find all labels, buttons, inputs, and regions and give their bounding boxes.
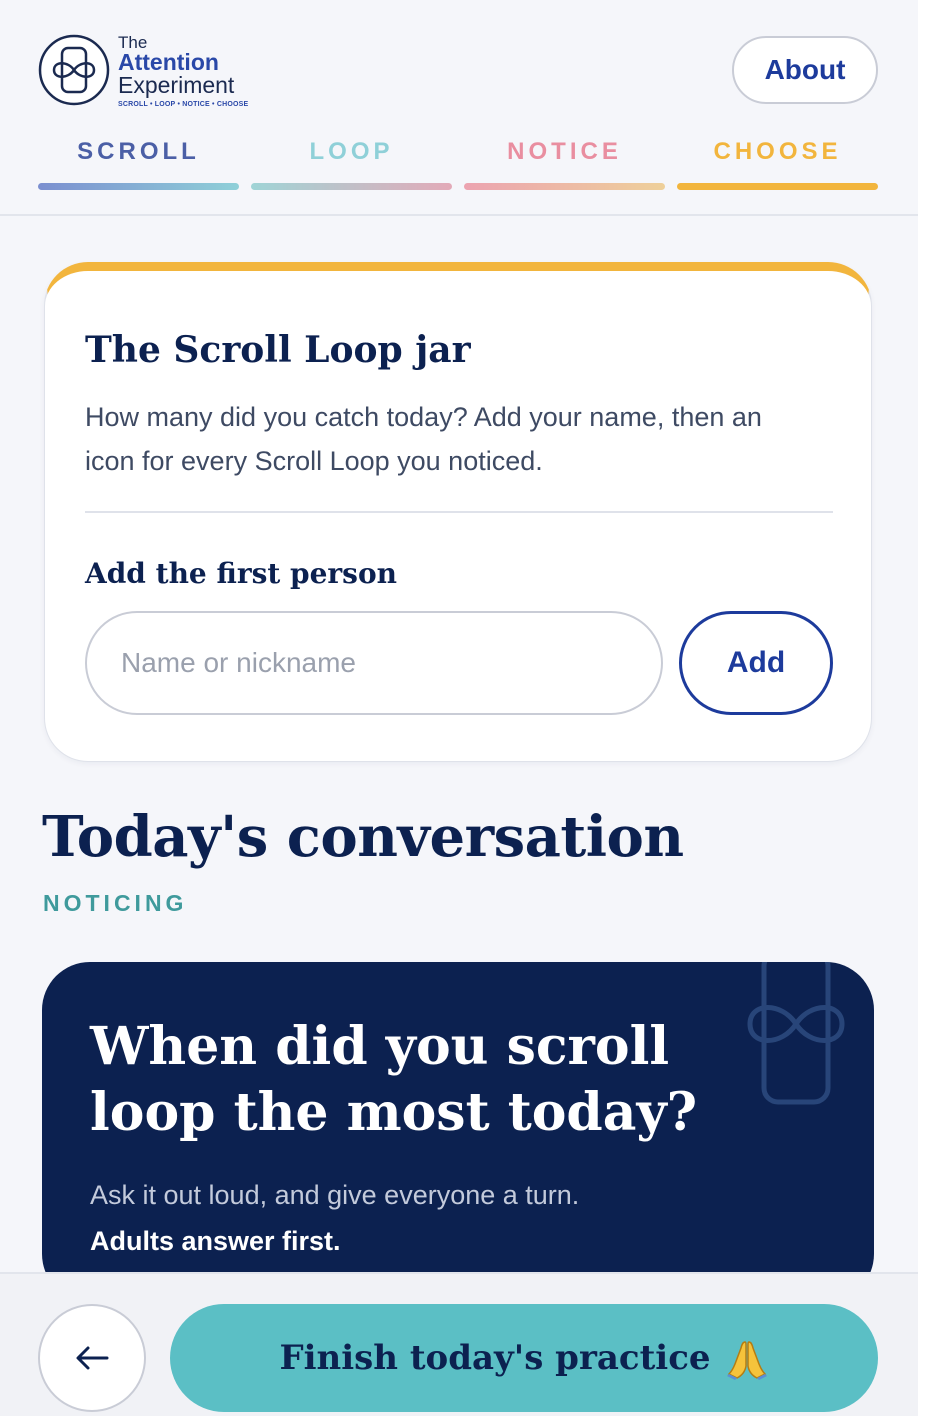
step-bar — [38, 183, 239, 190]
logo[interactable]: The Attention Experiment SCROLL • LOOP •… — [38, 34, 248, 108]
arrow-left-icon — [76, 1346, 109, 1370]
step-label: NOTICE — [507, 138, 622, 165]
logo-badge-icon — [38, 34, 110, 106]
scrollbar[interactable] — [918, 0, 936, 1416]
step-bar — [464, 183, 665, 190]
footer-bar: Finish today's practice — [0, 1272, 918, 1416]
logo-experiment: Experiment — [118, 72, 235, 98]
app-page: The Attention Experiment SCROLL • LOOP •… — [0, 0, 936, 1416]
finish-label: Finish today's practice — [279, 1338, 711, 1378]
logo-wordmark: The Attention Experiment SCROLL • LOOP •… — [118, 34, 248, 108]
step-loop[interactable]: LOOP — [251, 138, 452, 192]
name-input[interactable] — [85, 611, 663, 715]
about-button[interactable]: About — [732, 36, 878, 104]
conversation-title: Today's conversation — [42, 804, 684, 870]
add-button[interactable]: Add — [679, 611, 833, 715]
step-choose[interactable]: CHOOSE — [677, 138, 878, 192]
step-bar — [251, 183, 452, 190]
step-scroll[interactable]: SCROLL — [38, 138, 239, 192]
step-label: CHOOSE — [713, 138, 842, 165]
step-bar — [677, 183, 878, 190]
jar-description: How many did you catch today? Add your n… — [85, 402, 762, 476]
step-notice[interactable]: NOTICE — [464, 138, 665, 192]
add-person-heading: Add the first person — [85, 557, 397, 590]
back-button[interactable] — [38, 1304, 146, 1412]
logo-tagline: SCROLL • LOOP • NOTICE • CHOOSE — [118, 101, 249, 108]
divider — [85, 511, 833, 513]
scroll-loop-jar-card: The Scroll Loop jar How many did you cat… — [44, 262, 872, 762]
question-emphasis: Adults answer first. — [90, 1226, 341, 1256]
jar-title: The Scroll Loop jar — [85, 329, 471, 371]
step-label: LOOP — [309, 138, 394, 165]
question-card: When did you scroll loop the most today?… — [42, 962, 874, 1302]
folded-hands-icon — [726, 1341, 767, 1380]
progress-steps: SCROLL LOOP NOTICE CHOOSE — [38, 138, 878, 192]
conversation-tag: NOTICING — [43, 890, 188, 916]
finish-practice-button[interactable]: Finish today's practice — [170, 1304, 878, 1412]
question-hint: Ask it out loud, and give everyone a tur… — [90, 1180, 580, 1210]
logo-attention: Attention — [118, 49, 219, 75]
step-label: SCROLL — [77, 138, 200, 165]
question-text: When did you scroll loop the most today? — [90, 1016, 698, 1143]
header: The Attention Experiment SCROLL • LOOP •… — [0, 0, 918, 216]
